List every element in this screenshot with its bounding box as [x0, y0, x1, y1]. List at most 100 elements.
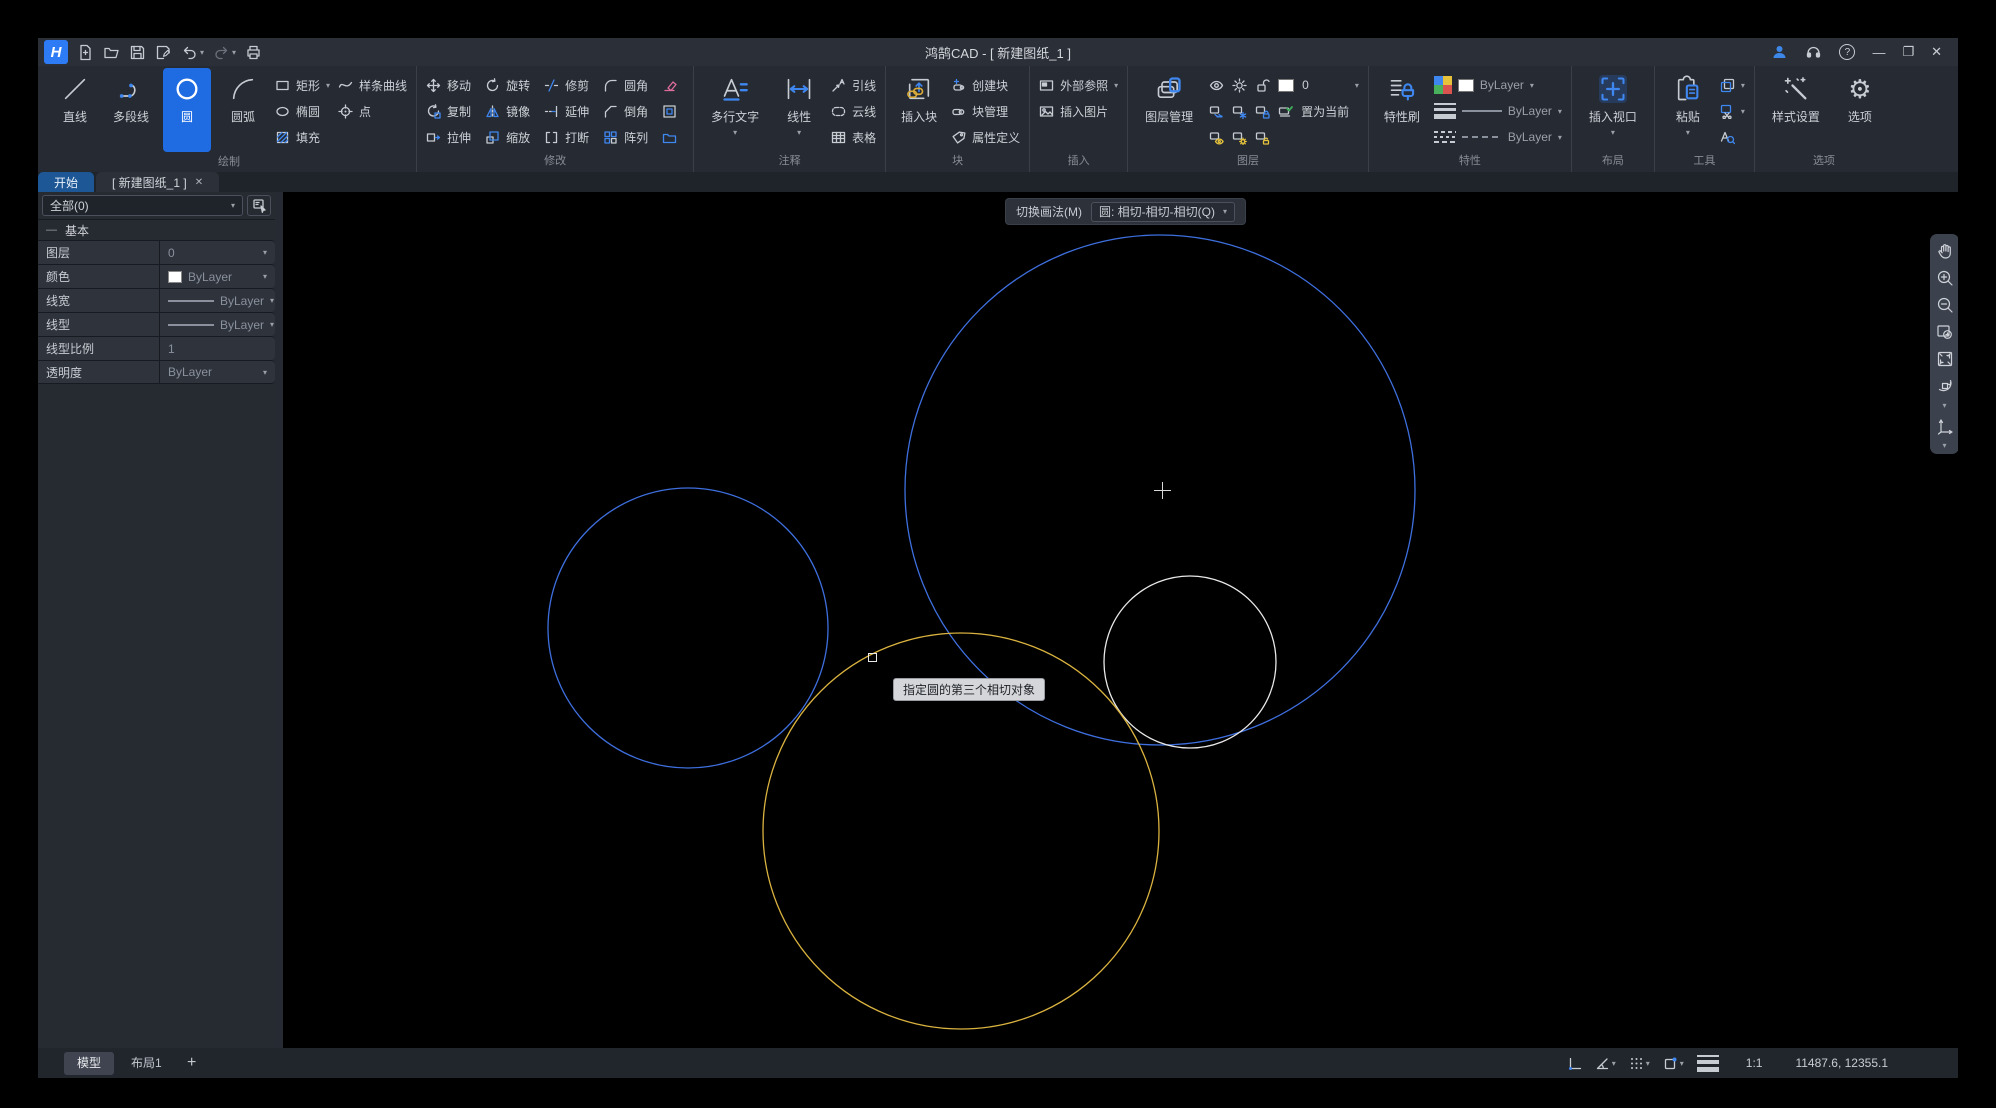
point-button[interactable]: 点: [338, 98, 407, 124]
linetype-value-dropdown[interactable]: ByLayer ▾: [160, 313, 282, 336]
cut-clip-dropdown-icon[interactable]: ▾: [1741, 107, 1745, 116]
add-layout-button[interactable]: +: [179, 1054, 205, 1072]
insert-image-button[interactable]: 插入图片: [1039, 98, 1118, 124]
switch-method-label[interactable]: 切换画法(M): [1016, 203, 1082, 220]
spline-button[interactable]: 样条曲线: [338, 72, 407, 98]
insert-block-button[interactable]: 插入块: [895, 68, 943, 125]
create-block-button[interactable]: 创建块: [951, 72, 1020, 98]
drawn-circle-white[interactable]: [1103, 575, 1277, 749]
layer-freeze-icon[interactable]: [1232, 104, 1247, 119]
osnap-toggle[interactable]: ▾: [1663, 1056, 1684, 1071]
redo-dropdown-icon[interactable]: ▾: [232, 48, 236, 57]
restore-button[interactable]: ❐: [1902, 44, 1914, 60]
save-button[interactable]: [129, 44, 146, 61]
extend-button[interactable]: 延伸: [544, 98, 589, 124]
lineweight-value-dropdown[interactable]: ByLayer ▾: [160, 289, 282, 312]
line-button[interactable]: 直线: [51, 68, 99, 125]
fillet-button[interactable]: 圆角: [603, 72, 648, 98]
layer-unlock-all-icon[interactable]: [1255, 130, 1270, 145]
polar-dropdown-icon[interactable]: ▾: [1612, 1059, 1616, 1068]
zoom-out-icon[interactable]: [1936, 296, 1954, 314]
offset-button[interactable]: [662, 98, 684, 124]
app-logo[interactable]: H: [44, 40, 68, 64]
layout1-tab[interactable]: 布局1: [118, 1052, 175, 1075]
rectangle-button[interactable]: 矩形 ▾: [275, 72, 330, 98]
help-button[interactable]: ?: [1839, 44, 1856, 60]
minimize-button[interactable]: —: [1872, 45, 1885, 60]
stretch-button[interactable]: 拉伸: [426, 124, 471, 150]
layer-unlock-icon[interactable]: [1255, 78, 1270, 93]
layer-isolate-icon[interactable]: [1209, 130, 1224, 145]
zoom-in-icon[interactable]: [1936, 269, 1954, 287]
orbit-dropdown-icon[interactable]: ▾: [1942, 402, 1946, 410]
explode-button[interactable]: [662, 124, 684, 150]
copy-clip-button[interactable]: ▾: [1720, 72, 1745, 98]
redo-button[interactable]: ▾: [213, 44, 236, 61]
circle-button[interactable]: 圆: [163, 68, 211, 152]
layer-set-current-icon[interactable]: [1278, 104, 1294, 119]
hatch-button[interactable]: 填充: [275, 124, 330, 150]
zoom-window-icon[interactable]: [1936, 323, 1954, 341]
ucs-dropdown-icon[interactable]: ▾: [1942, 442, 1946, 450]
table-button[interactable]: 表格: [831, 124, 876, 150]
drawing-canvas[interactable]: 切换画法(M) 圆: 相切-相切-相切(Q) ▾ 指定圆的第三个相切对象 ▾ ▾: [283, 192, 1958, 1048]
color-value-dropdown[interactable]: ByLayer ▾: [160, 265, 275, 288]
polyline-button[interactable]: 多段线: [107, 68, 155, 125]
linetype-control[interactable]: ByLayer ▾: [1433, 124, 1562, 150]
rotate-button[interactable]: 旋转: [485, 72, 530, 98]
object-color-control[interactable]: ByLayer ▾: [1433, 72, 1562, 98]
lineweight-display-toggle[interactable]: [1696, 1054, 1719, 1072]
polar-tracking-toggle[interactable]: ▾: [1595, 1056, 1616, 1071]
ltscale-value[interactable]: 1: [160, 337, 275, 360]
tab-start[interactable]: 开始: [38, 172, 95, 192]
scale-button[interactable]: 缩放: [485, 124, 530, 150]
options-button[interactable]: ⚙ 选项: [1836, 68, 1884, 125]
save-as-button[interactable]: [155, 44, 172, 61]
mtext-dropdown-icon[interactable]: ▾: [733, 129, 737, 137]
xref-button[interactable]: 外部参照 ▾: [1039, 72, 1118, 98]
current-layer-color-swatch[interactable]: [1278, 78, 1295, 92]
match-properties-button[interactable]: 特性刷: [1378, 68, 1426, 125]
open-file-button[interactable]: [103, 44, 120, 61]
chamfer-button[interactable]: 倒角: [603, 98, 648, 124]
find-replace-button[interactable]: [1720, 124, 1745, 150]
ellipse-button[interactable]: 椭圆: [275, 98, 330, 124]
ortho-toggle[interactable]: [1567, 1056, 1582, 1071]
copy-button[interactable]: 复制: [426, 98, 471, 124]
undo-button[interactable]: ▾: [181, 44, 204, 61]
tangent-highlight-circle-left[interactable]: [547, 487, 829, 769]
transparency-value-dropdown[interactable]: ByLayer ▾: [160, 361, 275, 383]
ucs-axes-icon[interactable]: [1936, 417, 1954, 435]
xref-dropdown-icon[interactable]: ▾: [1114, 81, 1118, 90]
style-settings-button[interactable]: 样式设置: [1764, 68, 1828, 125]
paste-button[interactable]: 粘贴 ▾: [1664, 68, 1712, 137]
attribute-define-button[interactable]: 属性定义: [951, 124, 1020, 150]
collapse-icon[interactable]: —: [46, 224, 57, 236]
revision-cloud-button[interactable]: 云线: [831, 98, 876, 124]
color-dropdown-icon[interactable]: ▾: [1530, 81, 1534, 90]
undo-dropdown-icon[interactable]: ▾: [200, 48, 204, 57]
layer-visibility-eye-icon[interactable]: [1209, 78, 1224, 93]
zoom-extents-icon[interactable]: [1936, 350, 1954, 368]
annotation-scale[interactable]: 1:1: [1746, 1056, 1763, 1070]
mtext-button[interactable]: 多行文字 ▾: [703, 68, 767, 137]
layer-lock-icon[interactable]: [1255, 104, 1270, 119]
array-button[interactable]: 阵列: [603, 124, 648, 150]
break-button[interactable]: 打断: [544, 124, 589, 150]
circle-method-dropdown[interactable]: 圆: 相切-相切-相切(Q) ▾: [1091, 201, 1236, 222]
grid-dropdown-icon[interactable]: ▾: [1646, 1059, 1650, 1068]
viewport-dropdown-icon[interactable]: ▾: [1611, 129, 1615, 137]
copy-clip-dropdown-icon[interactable]: ▾: [1741, 81, 1745, 90]
arc-button[interactable]: 圆弧: [219, 68, 267, 125]
new-file-button[interactable]: [77, 44, 94, 61]
layer-sun-icon[interactable]: [1232, 77, 1247, 93]
rectangle-dropdown-icon[interactable]: ▾: [326, 81, 330, 90]
mirror-button[interactable]: 镜像: [485, 98, 530, 124]
selection-filter-dropdown[interactable]: 全部(0) ▾: [42, 195, 243, 216]
trim-button[interactable]: 修剪: [544, 72, 589, 98]
leader-button[interactable]: 引线: [831, 72, 876, 98]
pan-hand-icon[interactable]: [1936, 242, 1954, 260]
erase-button[interactable]: [662, 72, 684, 98]
user-account-icon[interactable]: [1771, 44, 1788, 61]
lineweight-control[interactable]: ByLayer ▾: [1433, 98, 1562, 124]
